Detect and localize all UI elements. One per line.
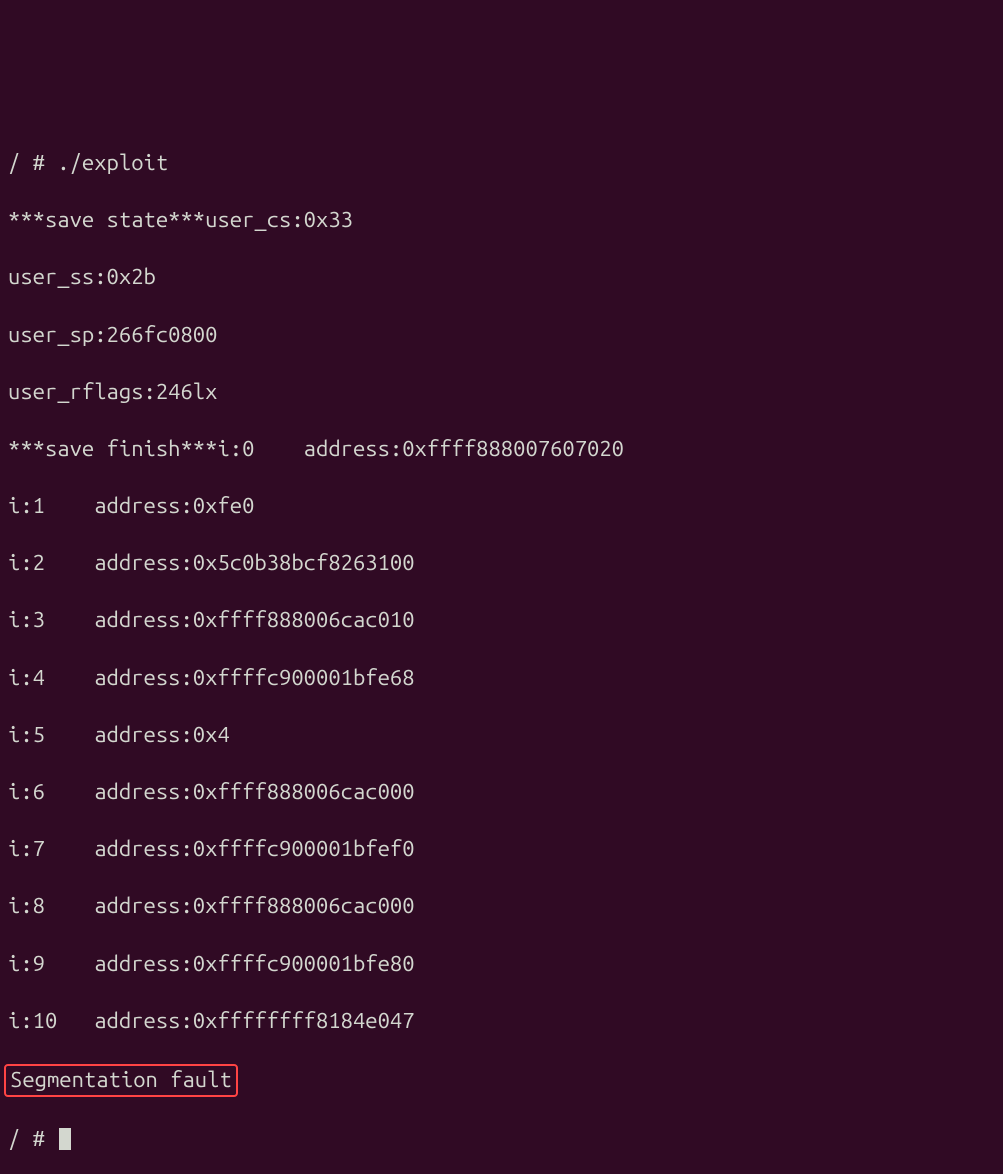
output-entry: i:8 address:0xffff888006cac000 (8, 892, 995, 921)
output-entry: i:10 address:0xffffffff8184e047 (8, 1007, 995, 1036)
prompt-text: / # (8, 1125, 57, 1154)
output-save-state: ***save state***user_cs:0x33 (8, 206, 995, 235)
output-user-rflags: user_rflags:246lx (8, 378, 995, 407)
output-user-ss: user_ss:0x2b (8, 263, 995, 292)
terminal-output[interactable]: / # ./exploit ***save state***user_cs:0x… (8, 120, 995, 1174)
output-user-sp: user_sp:266fc0800 (8, 321, 995, 350)
output-entry: i:9 address:0xffffc900001bfe80 (8, 950, 995, 979)
prompt-command-line: / # ./exploit (8, 149, 995, 178)
segfault-highlight: Segmentation fault (8, 1064, 995, 1097)
highlight-box: Segmentation fault (4, 1064, 238, 1097)
output-entry: i:1 address:0xfe0 (8, 492, 995, 521)
prompt-current: / # (8, 1125, 995, 1154)
output-entry: i:3 address:0xffff888006cac010 (8, 606, 995, 635)
output-entry: i:4 address:0xffffc900001bfe68 (8, 664, 995, 693)
cursor-block (59, 1128, 71, 1150)
output-entry: i:6 address:0xffff888006cac000 (8, 778, 995, 807)
output-entry: i:5 address:0x4 (8, 721, 995, 750)
output-entry: i:7 address:0xffffc900001bfef0 (8, 835, 995, 864)
output-save-finish: ***save finish***i:0 address:0xffff88800… (8, 435, 995, 464)
output-entry: i:2 address:0x5c0b38bcf8263100 (8, 549, 995, 578)
